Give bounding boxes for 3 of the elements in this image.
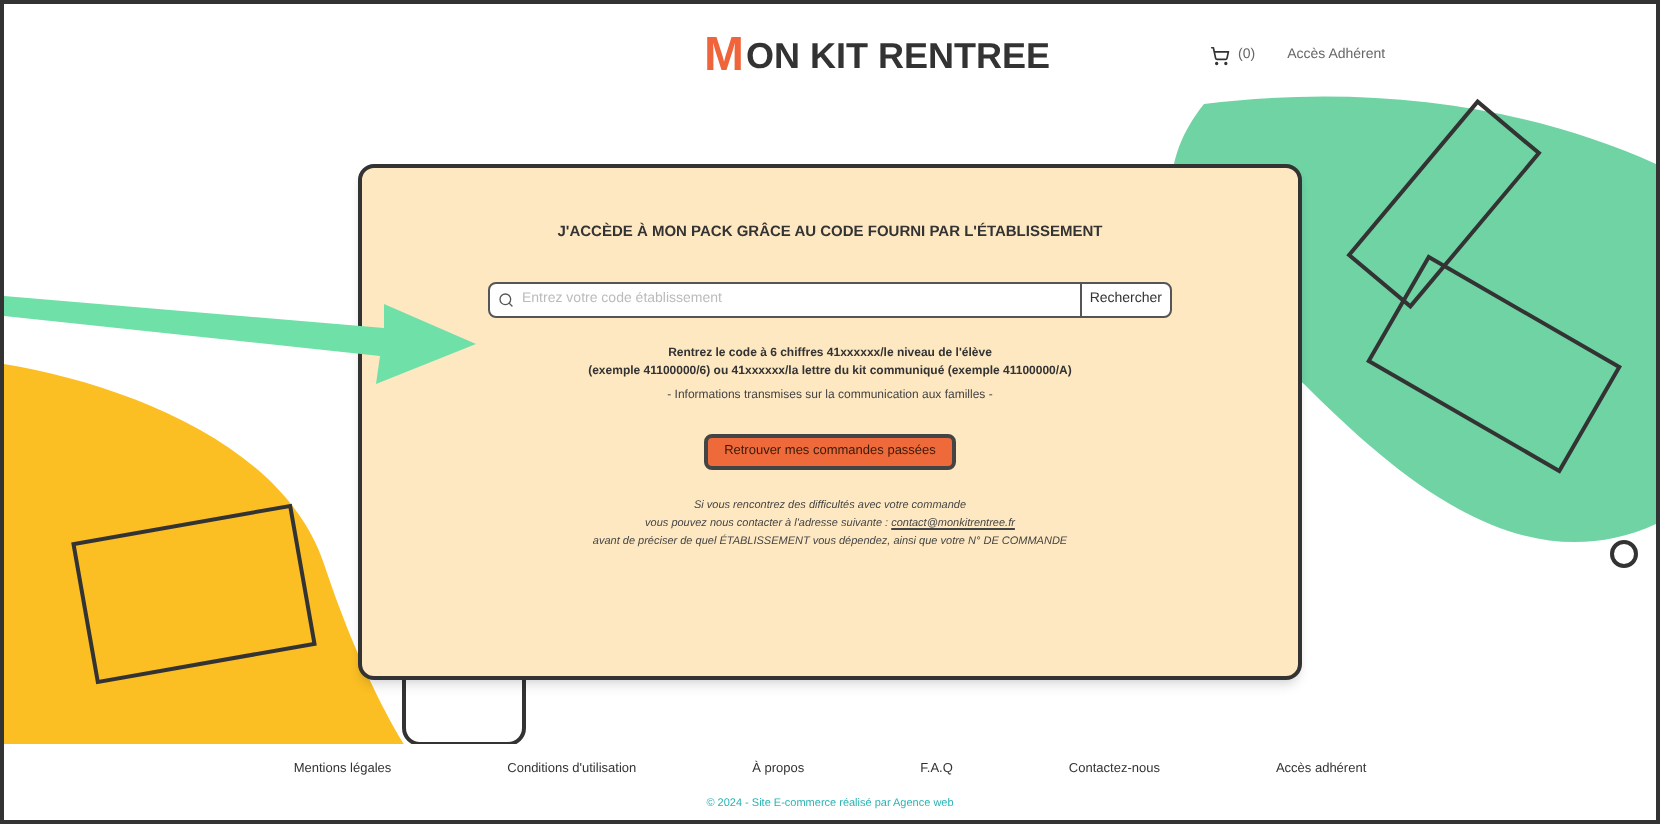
site-logo[interactable]: MON KIT RENTREE <box>704 20 1051 92</box>
search-icon <box>498 292 514 309</box>
cart-icon[interactable] <box>1210 46 1231 66</box>
